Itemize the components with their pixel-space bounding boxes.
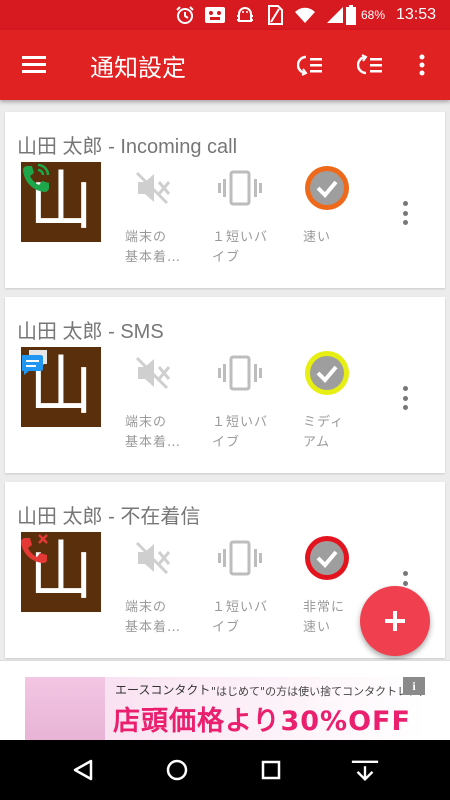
- app-notification-icon: [204, 4, 226, 26]
- wifi-icon: [294, 4, 316, 26]
- ringtone-mute-option[interactable]: [123, 538, 183, 578]
- speed-option[interactable]: [297, 166, 357, 210]
- ad-area: エースコンタクト "はじめて"の方は使い捨てコンタクトレンズを! 店頭価格より3…: [0, 660, 450, 741]
- battery-percent: 68%: [361, 8, 386, 22]
- signal-icon: [324, 4, 346, 26]
- status-bar: 68% 13:53: [0, 0, 450, 30]
- vibrate-icon: [218, 540, 262, 576]
- phone-icon: [19, 162, 51, 194]
- ringtone-mute-option[interactable]: [123, 168, 183, 208]
- navigation-bar: [0, 740, 450, 800]
- ringtone-label: 端末の 基本着…: [125, 600, 182, 635]
- vibration-option[interactable]: [210, 538, 270, 578]
- speed-label: ミディ アム: [303, 415, 345, 450]
- vibration-option[interactable]: [210, 168, 270, 208]
- menu-icon[interactable]: [20, 52, 48, 78]
- mute-icon: [135, 171, 171, 205]
- back-icon[interactable]: [68, 755, 98, 785]
- speed-option[interactable]: [297, 536, 357, 580]
- vibration-option[interactable]: [210, 353, 270, 393]
- battery: 68%: [345, 5, 385, 25]
- card-more-icon[interactable]: [395, 383, 415, 413]
- plus-icon: [385, 611, 405, 631]
- vibrate-icon: [218, 170, 262, 206]
- mute-icon: [135, 356, 171, 390]
- ringtone-label: 端末の 基本着…: [125, 230, 182, 265]
- recents-icon[interactable]: [256, 755, 286, 785]
- vibration-label: １短いバ イブ: [212, 230, 269, 265]
- collapse-list-icon[interactable]: [296, 50, 326, 80]
- home-icon[interactable]: [162, 755, 192, 785]
- status-icons: [174, 4, 346, 26]
- speed-option[interactable]: [297, 351, 357, 395]
- page-title: 通知設定: [90, 54, 186, 82]
- expand-list-icon[interactable]: [356, 50, 386, 80]
- notification-card-sms[interactable]: 山田 太郎 - SMS 山 端末の 基本着… １短いバ イブ ミディ アム: [5, 297, 445, 473]
- check-icon: [305, 351, 349, 395]
- add-button[interactable]: [360, 586, 430, 656]
- ringtone-label: 端末の 基本着…: [125, 415, 182, 450]
- ad-banner[interactable]: エースコンタクト "はじめて"の方は使い捨てコンタクトレンズを! 店頭価格より3…: [25, 677, 425, 741]
- check-icon: [305, 536, 349, 580]
- card-more-icon[interactable]: [395, 198, 415, 228]
- ad-catchphrase: "はじめて"の方は使い捨てコンタクトレンズを!: [211, 685, 425, 698]
- vibration-label: １短いバ イブ: [212, 415, 269, 450]
- vibrate-icon: [218, 355, 262, 391]
- missed-call-icon: [19, 532, 51, 564]
- overflow-menu-icon[interactable]: [407, 50, 437, 80]
- ad-info-icon[interactable]: i: [403, 677, 425, 695]
- mute-icon: [135, 541, 171, 575]
- battery-icon: [346, 5, 356, 25]
- ad-image: [25, 677, 105, 741]
- app-bar: 通知設定: [0, 30, 450, 100]
- hide-keyboard-icon[interactable]: [350, 755, 380, 785]
- vibration-label: １短いバ イブ: [212, 600, 269, 635]
- clock: 13:53: [396, 6, 437, 23]
- message-icon: [19, 347, 51, 379]
- no-sim-icon: [264, 4, 286, 26]
- alarm-icon: [174, 4, 196, 26]
- android-debug-icon: [234, 4, 256, 26]
- ad-promo: 店頭価格より30%OFF: [113, 706, 411, 737]
- check-icon: [305, 166, 349, 210]
- card-title: 山田 太郎 - 不在着信: [17, 506, 201, 528]
- card-title: 山田 太郎 - SMS: [17, 321, 164, 343]
- ad-brand: エースコンタクト: [115, 683, 211, 697]
- speed-label: 速い: [303, 230, 332, 245]
- ringtone-mute-option[interactable]: [123, 353, 183, 393]
- notification-card-incoming-call[interactable]: 山田 太郎 - Incoming call 山 端末の 基本着… １短いバ イブ 速…: [5, 112, 445, 288]
- card-title: 山田 太郎 - Incoming call: [17, 136, 238, 158]
